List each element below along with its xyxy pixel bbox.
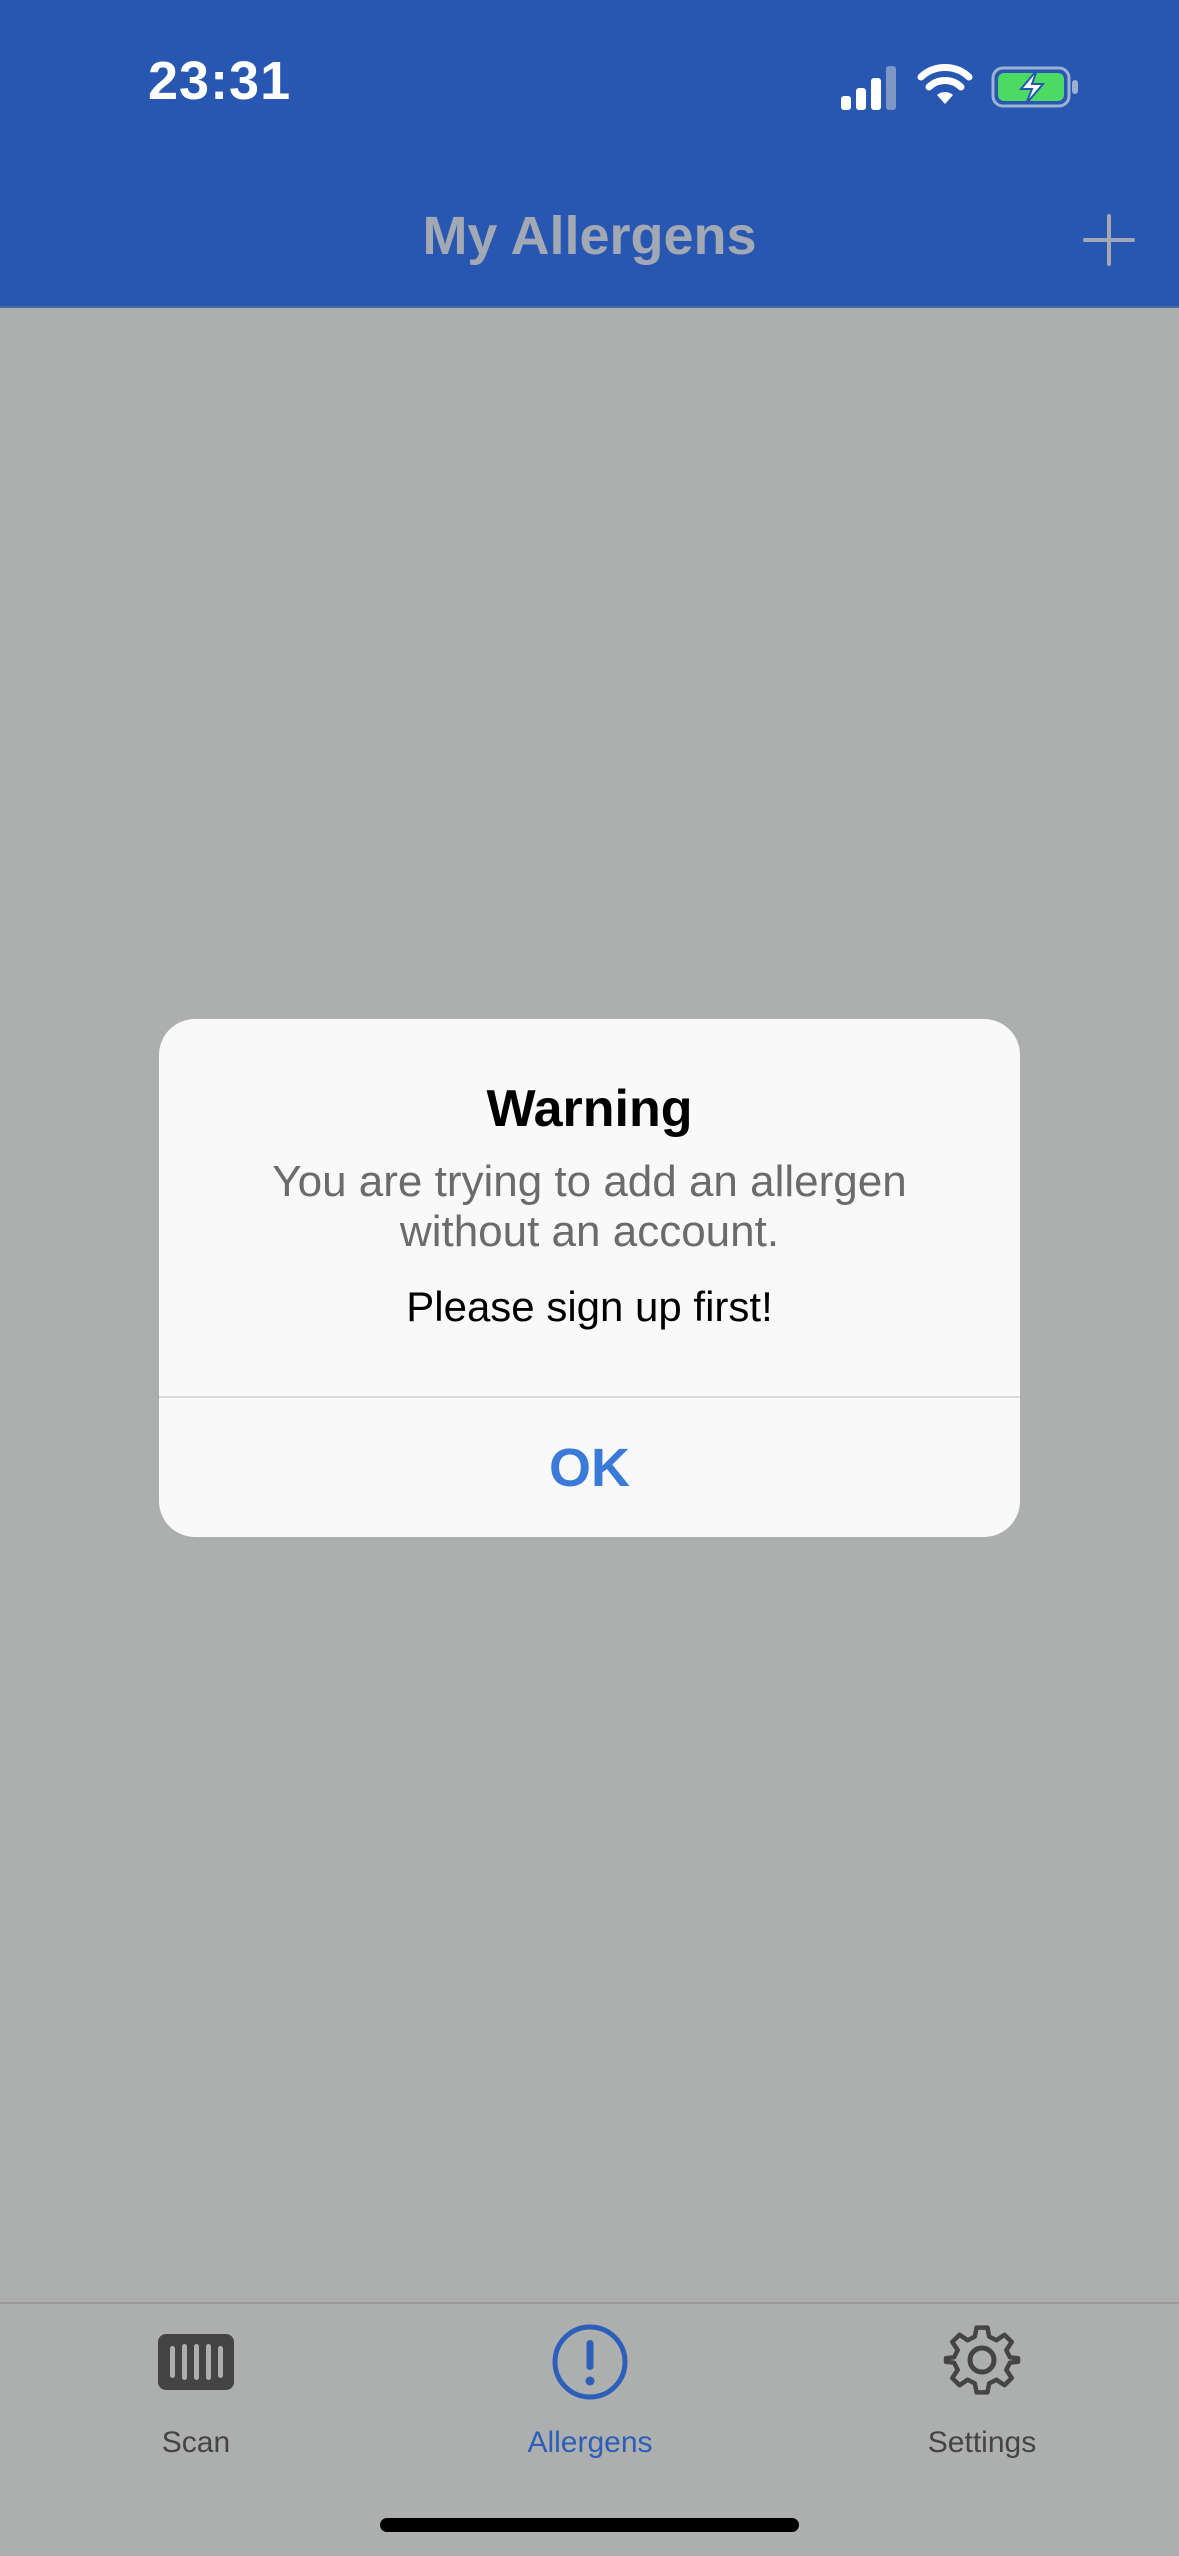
- tab-label-scan: Scan: [161, 2426, 231, 2459]
- tab-allergens[interactable]: Allergens: [440, 2304, 740, 2484]
- alert-message: You are trying to add an allergen withou…: [272, 1157, 907, 1256]
- tab-scan[interactable]: Scan: [46, 2304, 346, 2484]
- ok-button[interactable]: OK: [159, 1399, 1020, 1537]
- gear-icon: [943, 2325, 1021, 2395]
- barcode-icon: [158, 2334, 234, 2390]
- warning-alert: Warning You are trying to add an allerge…: [159, 1019, 1020, 1537]
- exclamation-circle-icon: [552, 2324, 628, 2400]
- home-indicator[interactable]: [380, 2518, 799, 2532]
- battery-charging-icon: [991, 66, 1078, 108]
- signal-icon: [841, 66, 896, 110]
- page-title: My Allergens: [422, 206, 757, 266]
- tab-label-allergens: Allergens: [527, 2426, 653, 2459]
- alert-divider: [159, 1396, 1020, 1398]
- alert-instruction: Please sign up first!: [406, 1283, 773, 1330]
- nav-header: 23:31 My Allergens: [0, 0, 1179, 308]
- plus-icon[interactable]: [1079, 210, 1139, 270]
- wifi-icon: [917, 64, 973, 104]
- status-time: 23:31: [148, 51, 292, 111]
- tab-settings[interactable]: Settings: [832, 2304, 1132, 2484]
- alert-title: Warning: [486, 1080, 693, 1138]
- tab-label-settings: Settings: [927, 2426, 1037, 2459]
